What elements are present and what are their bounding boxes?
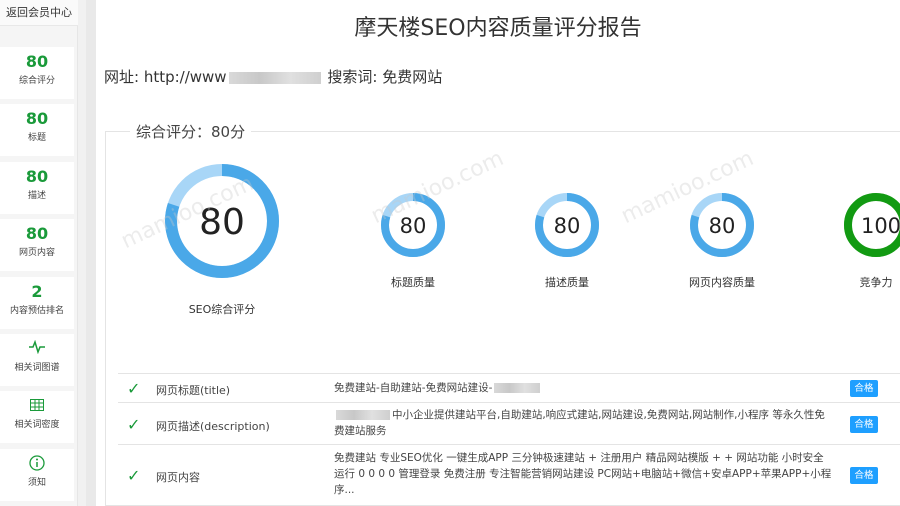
gauge-label: 网页内容质量 [689, 276, 755, 289]
description-score-value: 80 [25, 167, 49, 186]
gauge-value: 80 [709, 214, 736, 238]
sidebar-item-overall-score[interactable]: 80 综合评分 [0, 47, 74, 99]
grid-icon [0, 397, 74, 415]
check-icon: ✓ [127, 466, 141, 485]
status-badge: 合格 [850, 380, 878, 397]
gauge-value: 80 [554, 214, 581, 238]
table-row: ✓ 网页描述(description) 中小企业提供建站平台,自助建站,响应式建… [118, 403, 900, 445]
sidebar-item-label: 标题 [27, 133, 46, 143]
title-score-value: 80 [25, 109, 49, 128]
gauge-title-quality: 80 标题质量 [378, 192, 448, 290]
page-title: 摩天楼SEO内容质量评分报告 [354, 16, 642, 41]
info-icon [0, 455, 74, 473]
gauge-description-quality: 80 描述质量 [532, 192, 602, 290]
gauge-ring: 80 [535, 193, 599, 257]
gauge-label: 描述质量 [545, 276, 589, 289]
sidebar-item-title[interactable]: 80 标题 [0, 104, 74, 156]
gauge-label: 标题质量 [391, 276, 435, 289]
gauge-label: 竞争力 [859, 276, 893, 289]
sidebar-item-label: 描述 [27, 191, 46, 201]
blurred-domain [228, 71, 321, 84]
table-row: ✓ 网页内容 免费建站 专业SEO优化 一键生成APP 三分钟极速建站 + 注册… [118, 445, 900, 506]
sidebar-item-description[interactable]: 80 描述 [0, 162, 74, 214]
search-term: 搜索词: 免费网站 [327, 68, 443, 86]
check-name: 网页标题(title) [156, 384, 231, 397]
gauge-ring: 80 [165, 164, 279, 278]
sidebar-item-related-graph[interactable]: 相关词图谱 [0, 334, 74, 386]
gauge-competitiveness: 100 竞争力 [841, 192, 900, 290]
sidebar-item-keyword-density[interactable]: 相关词密度 [0, 391, 74, 443]
url-line: 网址: http://www 搜索词: 免费网站 [104, 66, 442, 87]
content-score-value: 80 [25, 224, 49, 243]
gauge-seo-overall: 80 SEO综合评分 [164, 163, 280, 317]
gauge-content-quality: 80 网页内容质量 [687, 192, 757, 290]
gauge-label: SEO综合评分 [188, 303, 256, 316]
check-table: ✓ 网页标题(title) 免费建站-自助建站-免费网站建设- 合格 ✓ 网页描… [118, 373, 900, 506]
divider [86, 0, 96, 506]
gauge-ring: 100 [844, 193, 900, 257]
sidebar-item-label: 须知 [27, 478, 46, 488]
sidebar-item-label: 综合评分 [18, 76, 55, 86]
check-icon: ✓ [127, 379, 141, 398]
check-name: 网页内容 [156, 471, 200, 484]
pulse-icon [0, 340, 74, 358]
sidebar-item-label: 内容预估排名 [9, 306, 64, 316]
sidebar-item-label: 网页内容 [18, 248, 55, 258]
sidebar-item-label: 相关词密度 [14, 420, 60, 430]
sidebar: 返回会员中心 80 综合评分 80 标题 80 描述 80 网页内容 2 内容预… [0, 0, 78, 506]
check-name: 网页描述(description) [156, 420, 270, 433]
status-badge: 合格 [850, 416, 878, 433]
sidebar-item-label: 相关词图谱 [14, 363, 60, 373]
gauge-ring: 80 [690, 193, 754, 257]
check-desc: 中小企业提供建站平台,自助建站,响应式建站,网站建设,免费网站,网站制作,小程序… [334, 409, 825, 437]
status-badge: 合格 [850, 467, 878, 484]
section-legend: 综合评分：80分 [130, 121, 252, 142]
table-row: ✓ 网页标题(title) 免费建站-自助建站-免费网站建设- 合格 [118, 374, 900, 403]
sidebar-item-page-content[interactable]: 80 网页内容 [0, 219, 74, 271]
gauge-value: 100 [861, 214, 900, 238]
gauge-value: 80 [199, 202, 245, 243]
gauge-value: 80 [400, 214, 427, 238]
estimated-rank-value: 2 [31, 282, 43, 301]
check-desc: 免费建站-自助建站-免费网站建设- [334, 380, 834, 396]
back-to-member-center-link[interactable]: 返回会员中心 [0, 0, 78, 26]
sidebar-item-notice[interactable]: 须知 [0, 449, 74, 501]
overall-score-value: 80 [25, 52, 49, 71]
check-icon: ✓ [127, 415, 141, 434]
sidebar-item-estimated-rank[interactable]: 2 内容预估排名 [0, 277, 74, 329]
gauge-ring: 80 [381, 193, 445, 257]
url-prefix: 网址: http://www [104, 68, 227, 86]
check-desc: 免费建站 专业SEO优化 一键生成APP 三分钟极速建站 + 注册用户 精品网站… [334, 452, 832, 496]
